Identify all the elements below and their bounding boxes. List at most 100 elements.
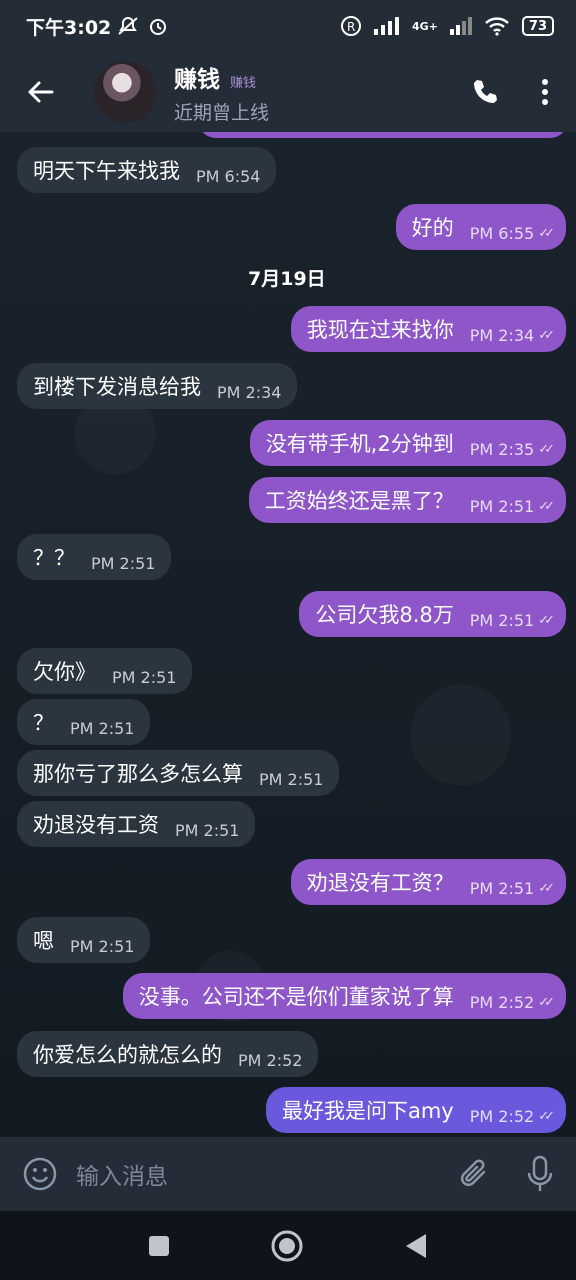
- wifi-icon: [484, 16, 510, 36]
- battery-icon: 73: [521, 16, 554, 36]
- nav-back-button[interactable]: [404, 1233, 428, 1259]
- read-checks-icon: ✓✓: [538, 225, 555, 241]
- message-text: 最好我是问下amy: [281, 1099, 454, 1123]
- message-time: PM 2:35: [469, 439, 535, 459]
- message-time: PM 6:54: [196, 166, 261, 186]
- message-bubble-incoming[interactable]: 那你亏了那么多怎么算 PM 2:51: [17, 750, 340, 796]
- message-time: PM 2:51: [175, 820, 240, 840]
- message-bubble-incoming[interactable]: 嗯 PM 2:51: [17, 917, 151, 963]
- message-text: 那你亏了那么多怎么算: [33, 762, 243, 786]
- message-time: PM 2:51: [112, 667, 177, 687]
- signal-icon-2: [449, 17, 472, 35]
- message-time: PM 2:51: [70, 936, 135, 956]
- more-vert-icon: [542, 79, 548, 105]
- chat-header: 赚钱 赚钱 近期曾上线: [0, 52, 576, 132]
- contact-status: 近期曾上线: [174, 101, 270, 124]
- message-input[interactable]: 输入消息: [76, 1157, 168, 1191]
- more-button[interactable]: [540, 77, 550, 107]
- emoji-icon: [23, 1157, 57, 1191]
- mute-icon: [117, 16, 139, 36]
- message-text: 没事。公司还不是你们董家说了算: [138, 985, 454, 1009]
- message-bubble-outgoing[interactable]: 劝退没有工资？ PM 2:51 ✓✓: [290, 859, 566, 905]
- message-bubble-incoming[interactable]: 到楼下发消息给我 PM 2:34: [17, 363, 298, 409]
- nav-recent-icon: [149, 1235, 169, 1256]
- contact-tag: 赚钱: [230, 75, 257, 91]
- message-bubble-outgoing[interactable]: 最好我是问下amy PM 2:52 ✓✓: [265, 1087, 566, 1133]
- back-arrow-icon: [28, 81, 54, 103]
- message-bubble-outgoing[interactable]: 没事。公司还不是你们董家说了算 PM 2:52 ✓✓: [122, 973, 566, 1019]
- message-text: 到楼下发消息给我: [33, 375, 201, 399]
- message-text: 欠你》: [33, 660, 96, 684]
- message-time: PM 2:51: [259, 769, 324, 789]
- message-bubble-incoming[interactable]: ？ PM 2:51: [17, 699, 151, 745]
- message-time: PM 2:34: [217, 382, 282, 402]
- signal-icon: [374, 17, 400, 35]
- message-time: PM 2:34: [469, 325, 535, 345]
- attach-icon: [460, 1159, 486, 1187]
- message-time: PM 2:51: [469, 878, 535, 898]
- system-nav-bar: [0, 1211, 576, 1280]
- nav-home-icon: [271, 1230, 303, 1261]
- read-checks-icon: ✓✓: [538, 1108, 555, 1124]
- nav-recent-button[interactable]: [148, 1235, 170, 1257]
- attach-button[interactable]: [458, 1156, 492, 1192]
- nav-back-icon: [406, 1233, 426, 1258]
- message-text: 嗯: [33, 929, 54, 953]
- read-checks-icon: ✓✓: [538, 498, 555, 514]
- svg-text:R: R: [347, 20, 355, 34]
- mic-icon: [527, 1155, 553, 1191]
- message-time: PM 2:51: [91, 553, 156, 573]
- message-text: ？？: [33, 546, 75, 570]
- read-checks-icon: ✓✓: [538, 880, 555, 896]
- message-bubble-incoming[interactable]: 明天下午来找我 PM 6:54: [17, 147, 277, 193]
- message-time: PM 2:52: [238, 1050, 303, 1070]
- back-button[interactable]: [0, 52, 80, 132]
- message-bubble-outgoing[interactable]: 好的 PM 6:55 ✓✓: [395, 204, 566, 250]
- call-button[interactable]: [470, 77, 500, 107]
- message-bubble-outgoing[interactable]: 公司欠我8.8万 PM 2:51 ✓✓: [299, 591, 566, 637]
- message-time: PM 2:52: [469, 1106, 535, 1126]
- message-text: 你爱怎么的就怎么的: [33, 1043, 222, 1067]
- composer: 输入消息: [0, 1137, 576, 1211]
- read-checks-icon: ✓✓: [538, 327, 555, 343]
- registered-icon: R: [340, 15, 362, 37]
- read-checks-icon: ✓✓: [538, 994, 555, 1010]
- message-time: PM 2:51: [469, 496, 535, 516]
- message-bubble-outgoing[interactable]: 我现在过来找你 PM 2:34 ✓✓: [290, 306, 566, 352]
- message-text: 公司欠我8.8万: [315, 603, 454, 627]
- message-list[interactable]: 明天下午来找我 PM 6:54 好的 PM 6:55 ✓✓ 7月19日 我现在过来…: [0, 132, 576, 1137]
- message-text: 明天下午来找我: [33, 159, 180, 183]
- date-separator: 7月19日: [248, 267, 326, 290]
- network-type: 4G+: [412, 19, 438, 33]
- message-bubble-outgoing[interactable]: 没有带手机,2分钟到 PM 2:35 ✓✓: [249, 420, 566, 466]
- message-text: 工资始终还是黑了？: [264, 489, 454, 513]
- read-checks-icon: ✓✓: [538, 441, 555, 457]
- message-text: 好的: [411, 216, 454, 240]
- message-time: PM 6:55: [469, 223, 535, 243]
- message-text: ？: [33, 711, 54, 735]
- message-text: 劝退没有工资？: [306, 871, 454, 895]
- message-bubble-incoming[interactable]: 欠你》 PM 2:51: [17, 648, 193, 694]
- message-time: PM 2:51: [70, 718, 135, 738]
- message-time: PM 2:52: [469, 992, 535, 1012]
- status-bar: 下午3:02 R 4G+ 73: [0, 0, 576, 52]
- avatar[interactable]: [94, 61, 156, 123]
- phone-icon: [474, 80, 497, 103]
- partial-outgoing-bubble: [198, 132, 568, 138]
- message-bubble-incoming[interactable]: ？？ PM 2:51: [17, 534, 172, 580]
- read-checks-icon: ✓✓: [538, 612, 555, 628]
- message-text: 没有带手机,2分钟到: [265, 432, 454, 456]
- alarm-icon: [147, 15, 169, 37]
- message-time: PM 2:51: [469, 610, 535, 630]
- nav-home-button[interactable]: [270, 1229, 304, 1263]
- emoji-button[interactable]: [22, 1156, 58, 1192]
- message-bubble-incoming[interactable]: 你爱怎么的就怎么的 PM 2:52: [17, 1031, 319, 1077]
- message-bubble-incoming[interactable]: 劝退没有工资 PM 2:51: [17, 801, 256, 847]
- contact-name: 赚钱: [174, 66, 220, 93]
- mic-button[interactable]: [526, 1155, 554, 1193]
- status-time: 下午3:02: [26, 16, 112, 39]
- contact-info[interactable]: 赚钱 赚钱 近期曾上线: [174, 60, 269, 125]
- message-text: 劝退没有工资: [33, 813, 159, 837]
- message-text: 我现在过来找你: [306, 318, 454, 342]
- message-bubble-outgoing[interactable]: 工资始终还是黑了？ PM 2:51 ✓✓: [248, 477, 566, 523]
